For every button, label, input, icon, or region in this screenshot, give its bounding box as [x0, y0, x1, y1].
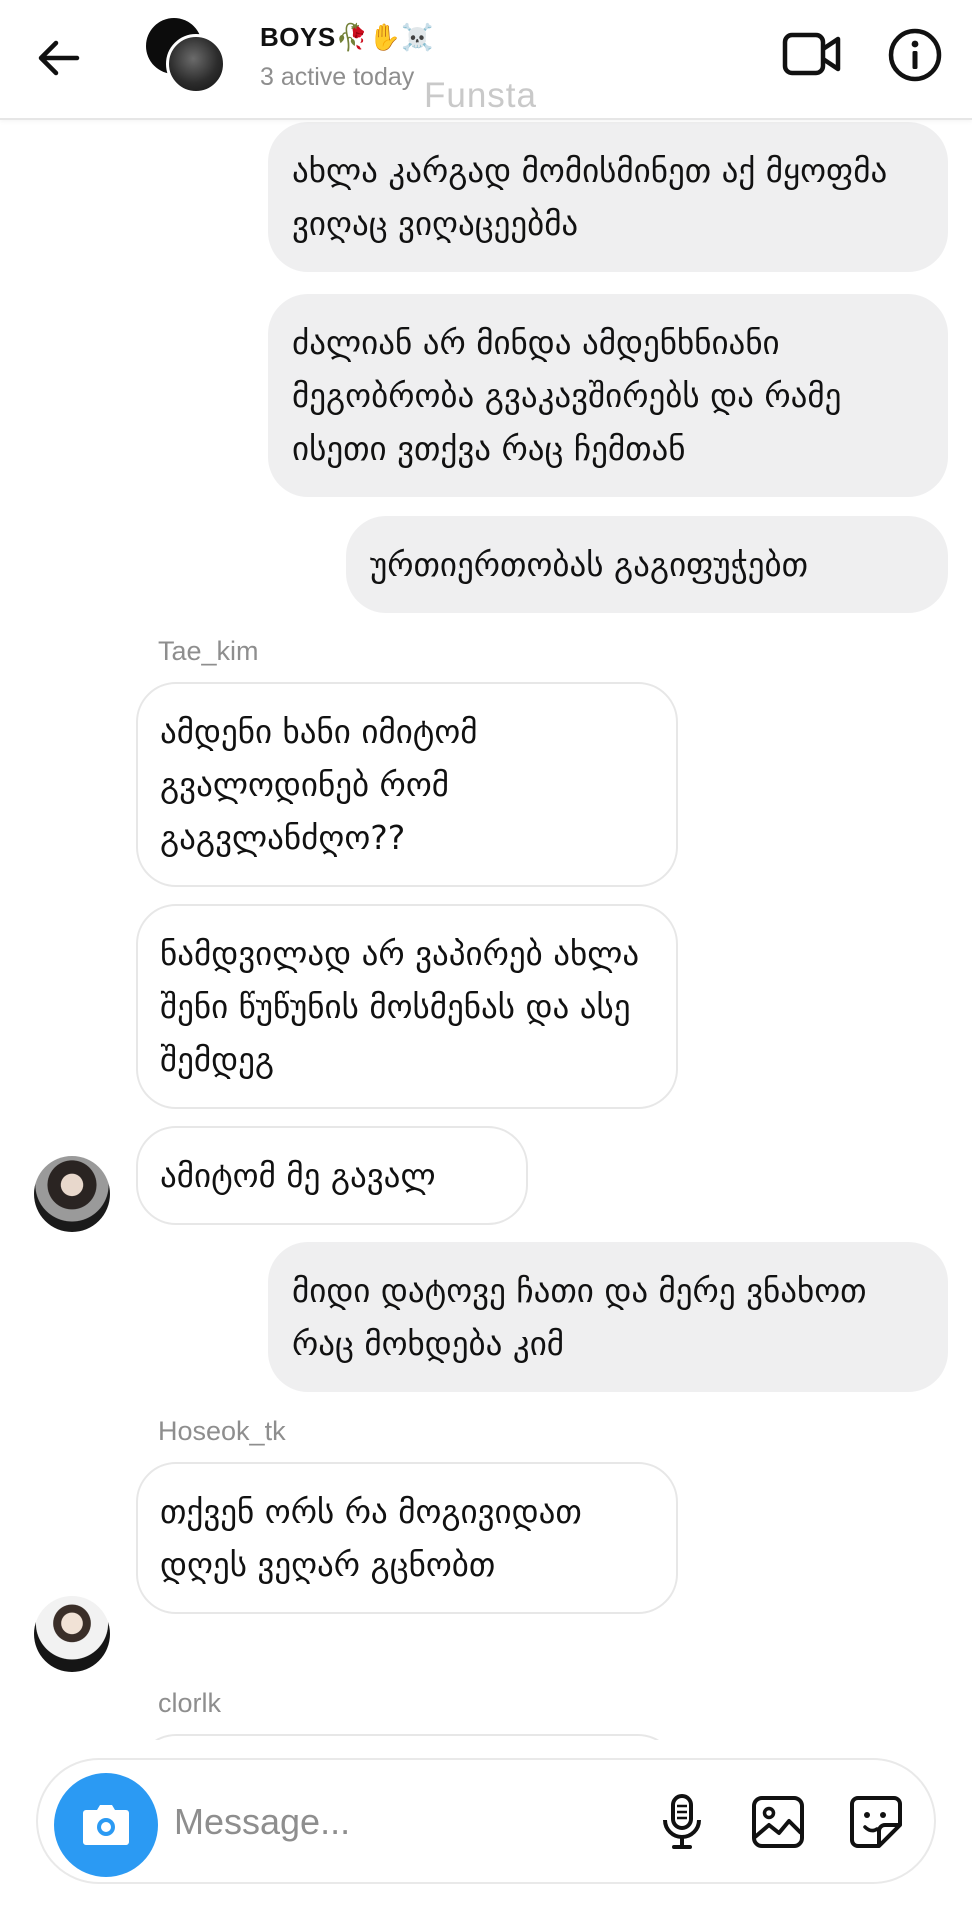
incoming-message[interactable]: ამდენი ხანი იმიტომ გვალოდინებ რომ გაგვლა… [136, 682, 678, 887]
message-thread[interactable]: ახლა კარგად მომისმინეთ აქ მყოფმა ვიღაც ვ… [0, 120, 972, 1740]
video-camera-icon[interactable] [780, 26, 844, 82]
message-composer [36, 1758, 936, 1884]
funsta-watermark: Funsta [424, 76, 537, 115]
outgoing-message[interactable]: ძალიან არ მინდა ამდენხნიანი მეგობრობა გვ… [268, 294, 948, 497]
outgoing-message[interactable]: ურთიერთობას გაგიფუჭებთ [346, 516, 948, 613]
sticker-icon[interactable] [844, 1790, 908, 1854]
back-arrow-icon[interactable] [30, 30, 86, 86]
active-status: 3 active today [260, 63, 415, 91]
group-avatar[interactable] [146, 18, 226, 98]
incoming-message[interactable]: ამიტომ მე გავალ [136, 1126, 528, 1225]
chat-title-area[interactable]: BOYS🥀✋☠️ 3 active today [260, 22, 434, 92]
photo-icon[interactable] [746, 1790, 810, 1854]
message-input[interactable] [174, 1790, 644, 1854]
microphone-icon[interactable] [650, 1790, 714, 1854]
camera-icon[interactable] [54, 1773, 158, 1877]
chat-header: BOYS🥀✋☠️ 3 active today Funsta [0, 0, 972, 120]
incoming-message[interactable]: თქვენ ორს რა მოგივიდათ დღეს ვეღარ გცნობთ [136, 1462, 678, 1614]
sender-name: clorlk [158, 1688, 222, 1718]
info-icon[interactable] [886, 26, 944, 84]
sender-name: Hoseok_tk [158, 1416, 286, 1446]
sender-avatar[interactable] [34, 1596, 110, 1672]
sender-avatar[interactable] [34, 1156, 110, 1232]
sender-name: Tae_kim [158, 636, 259, 666]
outgoing-message[interactable]: ახლა კარგად მომისმინეთ აქ მყოფმა ვიღაც ვ… [268, 122, 948, 272]
outgoing-message[interactable]: მიდი დატოვე ჩათი და მერე ვნახოთ რაც მოხდ… [268, 1242, 948, 1392]
incoming-message[interactable]: ნამდვილად არ ვაპირებ ახლა შენი წუწუნის მ… [136, 904, 678, 1109]
incoming-message-partial[interactable] [136, 1734, 678, 1740]
group-title: BOYS🥀✋☠️ [260, 22, 435, 52]
